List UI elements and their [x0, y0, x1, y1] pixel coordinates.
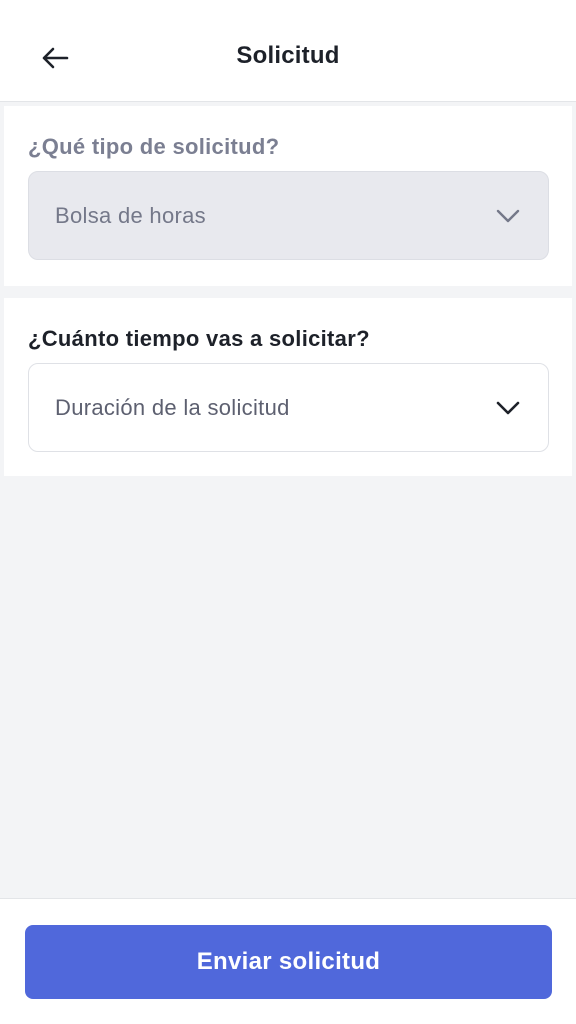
duration-placeholder: Duración de la solicitud	[55, 394, 290, 420]
request-type-value: Bolsa de horas	[55, 202, 206, 228]
chevron-down-icon	[494, 394, 522, 422]
request-screen: Solicitud ¿Qué tipo de solicitud? Bolsa …	[0, 0, 576, 1024]
request-type-section: ¿Qué tipo de solicitud? Bolsa de horas	[4, 106, 572, 286]
chevron-down-icon	[494, 202, 522, 230]
footer-bar: Enviar solicitud	[0, 898, 576, 1024]
page-title: Solicitud	[236, 42, 340, 69]
header-bar: Solicitud	[0, 0, 576, 102]
request-type-label: ¿Qué tipo de solicitud?	[28, 134, 280, 159]
request-type-select: Bolsa de horas	[28, 171, 549, 260]
duration-select[interactable]: Duración de la solicitud	[28, 363, 549, 452]
duration-section: ¿Cuánto tiempo vas a solicitar? Duración…	[4, 298, 572, 476]
duration-label: ¿Cuánto tiempo vas a solicitar?	[28, 326, 370, 351]
submit-request-button[interactable]: Enviar solicitud	[25, 925, 552, 999]
